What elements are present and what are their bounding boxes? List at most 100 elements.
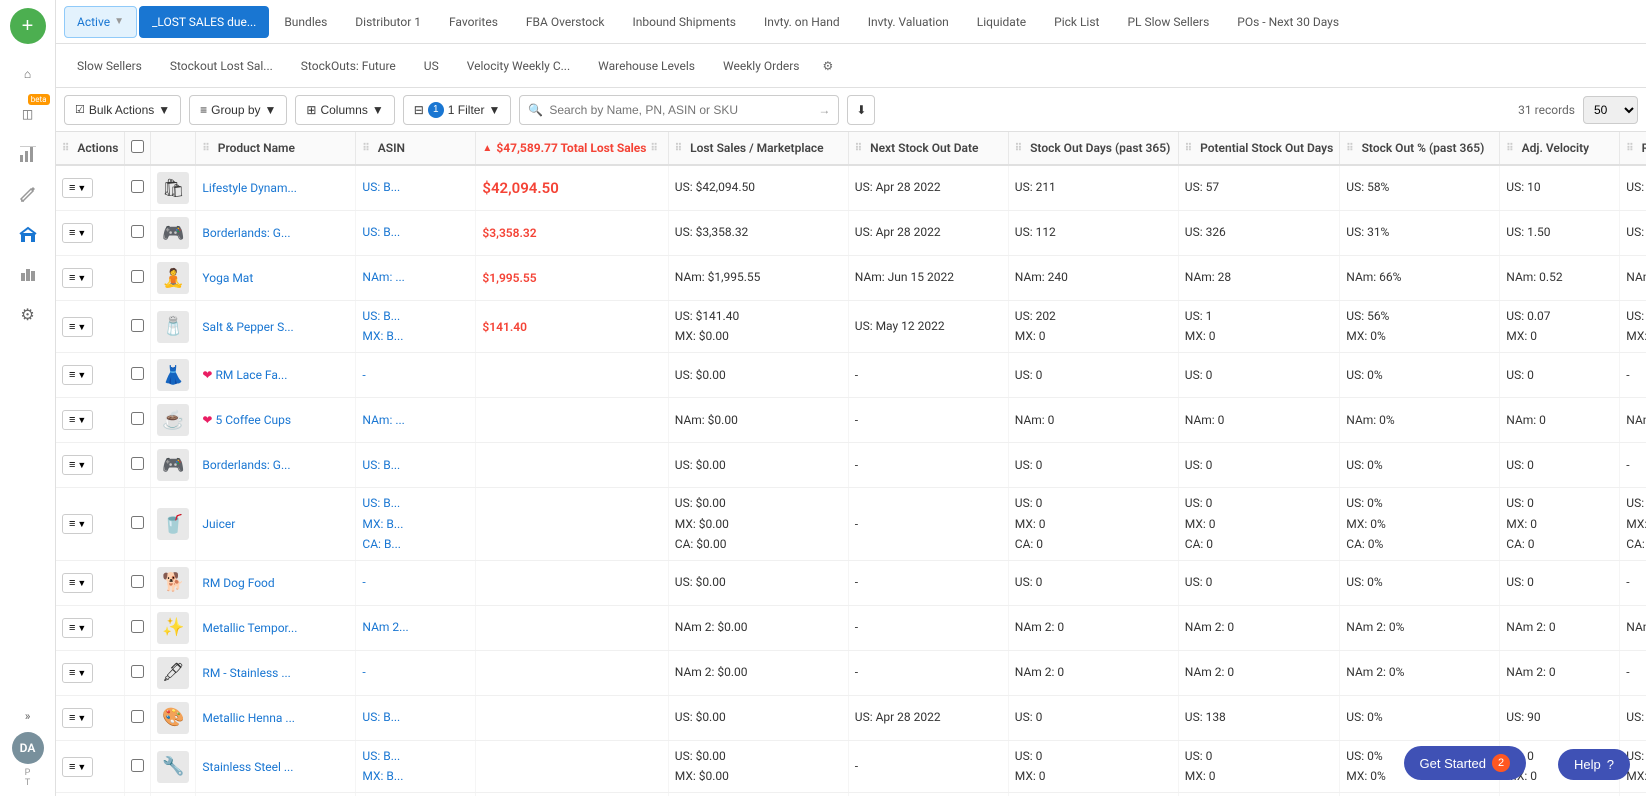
product-link[interactable]: Lifestyle Dynam... <box>202 181 297 195</box>
row-checkbox[interactable] <box>131 225 144 238</box>
th-stockout-pct[interactable]: ⠿ Stock Out % (past 365) <box>1340 132 1500 165</box>
row-action-button[interactable]: ≡ ▼ <box>62 514 93 534</box>
row-checkbox[interactable] <box>131 180 144 193</box>
search-box[interactable]: 🔍 → <box>519 95 839 125</box>
row-action-button[interactable]: ≡ ▼ <box>62 573 93 593</box>
row-checkbox[interactable] <box>131 412 144 425</box>
tab-bundles[interactable]: Bundles <box>271 6 340 38</box>
tab-pl-slow-sellers[interactable]: PL Slow Sellers <box>1114 6 1222 38</box>
tab-settings-gear[interactable]: ⚙ <box>814 53 841 79</box>
tab-distributor[interactable]: Distributor 1 <box>342 6 434 38</box>
sidebar-item-edit[interactable] <box>8 176 48 212</box>
th-lost-sales-mp[interactable]: ⠿ Lost Sales / Marketplace <box>668 132 848 165</box>
columns-button[interactable]: ⊞ Columns ▼ <box>295 95 394 125</box>
th-next-stockout[interactable]: ⠿ Next Stock Out Date <box>848 132 1008 165</box>
filter-button[interactable]: ⊟ 1 1 Filter ▼ <box>403 95 512 125</box>
tab-favorites[interactable]: Favorites <box>436 6 511 38</box>
tab-inbound-shipments[interactable]: Inbound Shipments <box>619 6 748 38</box>
row-checkbox[interactable] <box>131 270 144 283</box>
product-link[interactable]: Salt & Pepper S... <box>202 320 293 334</box>
asin-link[interactable]: NAm 2... <box>362 620 408 634</box>
th-adj-velocity[interactable]: ⠿ Adj. Velocity <box>1500 132 1620 165</box>
sidebar-item-beta[interactable]: ◫ beta <box>8 96 48 132</box>
row-action-button[interactable]: ≡ ▼ <box>62 317 93 337</box>
per-page-select[interactable]: 50 100 200 <box>1583 96 1638 124</box>
help-button[interactable]: Help ? <box>1558 749 1630 780</box>
asin-link[interactable]: US: B... <box>362 710 400 724</box>
tab-stockout-lost-sales[interactable]: Stockout Lost Sal... <box>157 50 286 82</box>
product-link[interactable]: Metallic Tempor... <box>202 621 297 635</box>
row-action-button[interactable]: ≡ ▼ <box>62 365 93 385</box>
tab-velocity-weekly[interactable]: Velocity Weekly C... <box>454 50 583 82</box>
search-input[interactable] <box>549 103 812 117</box>
asin-link[interactable]: US: B... <box>362 749 400 763</box>
asin-link[interactable]: - <box>362 368 365 382</box>
th-checkbox[interactable] <box>125 132 151 165</box>
row-checkbox[interactable] <box>131 575 144 588</box>
product-link[interactable]: Stainless Steel ... <box>202 760 293 774</box>
sidebar-item-bar-chart[interactable] <box>8 256 48 292</box>
asin-link[interactable]: - <box>362 665 365 679</box>
asin-link[interactable]: US: B... <box>362 309 400 323</box>
tab-lost-sales[interactable]: _LOST SALES due... <box>139 6 269 38</box>
row-action-button[interactable]: ≡ ▼ <box>62 410 93 430</box>
sidebar-item-settings[interactable]: ⚙ <box>8 296 48 332</box>
row-action-button[interactable]: ≡ ▼ <box>62 178 93 198</box>
asin-link[interactable]: NAm: ... <box>362 270 404 284</box>
row-checkbox[interactable] <box>131 367 144 380</box>
row-checkbox[interactable] <box>131 710 144 723</box>
th-stockout-days[interactable]: ⠿ Stock Out Days (past 365) <box>1008 132 1178 165</box>
sidebar-item-home[interactable]: ⌂ <box>8 56 48 92</box>
row-checkbox[interactable] <box>131 516 144 529</box>
asin-link[interactable]: US: B... <box>362 180 400 194</box>
asin-link[interactable]: US: B... <box>362 458 400 472</box>
row-action-button[interactable]: ≡ ▼ <box>62 757 93 777</box>
avatar[interactable]: DA <box>12 732 44 764</box>
asin-link[interactable]: MX: B... <box>362 329 403 343</box>
product-link[interactable]: Yoga Mat <box>202 271 253 285</box>
asin-link[interactable]: MX: B... <box>362 517 403 531</box>
row-action-button[interactable]: ≡ ▼ <box>62 618 93 638</box>
product-link[interactable]: Borderlands: G... <box>202 226 290 240</box>
row-action-button[interactable]: ≡ ▼ <box>62 708 93 728</box>
th-asin[interactable]: ⠿ ASIN <box>356 132 476 165</box>
asin-link[interactable]: CA: B... <box>362 537 401 551</box>
bulk-actions-button[interactable]: ☑ Bulk Actions ▼ <box>64 95 181 125</box>
product-link[interactable]: Borderlands: G... <box>202 458 290 472</box>
product-link[interactable]: RM Lace Fa... <box>215 368 287 382</box>
product-link[interactable]: 5 Coffee Cups <box>215 413 291 427</box>
row-checkbox[interactable] <box>131 665 144 678</box>
row-action-button[interactable]: ≡ ▼ <box>62 223 93 243</box>
row-action-button[interactable]: ≡ ▼ <box>62 268 93 288</box>
asin-link[interactable]: - <box>362 575 365 589</box>
row-checkbox[interactable] <box>131 620 144 633</box>
row-checkbox[interactable] <box>131 319 144 332</box>
product-link[interactable]: RM - Stainless ... <box>202 666 290 680</box>
tab-active[interactable]: Active ▼ <box>64 6 137 38</box>
expand-sidebar-button[interactable]: » <box>8 704 48 728</box>
tab-invty-on-hand[interactable]: Invty. on Hand <box>751 6 853 38</box>
tab-us[interactable]: US <box>411 50 452 82</box>
asin-link[interactable]: US: B... <box>362 496 400 510</box>
tab-weekly-orders[interactable]: Weekly Orders <box>710 50 812 82</box>
tab-invty-valuation[interactable]: Invty. Valuation <box>855 6 962 38</box>
tab-fba-overstock[interactable]: FBA Overstock <box>513 6 618 38</box>
row-action-button[interactable]: ≡ ▼ <box>62 455 93 475</box>
asin-link[interactable]: NAm: ... <box>362 413 404 427</box>
product-link[interactable]: Juicer <box>202 517 235 531</box>
add-button[interactable]: + <box>10 8 46 44</box>
th-actions[interactable]: ⠿ Actions <box>56 132 125 165</box>
select-all-checkbox[interactable] <box>131 140 144 153</box>
tab-warehouse-levels[interactable]: Warehouse Levels <box>585 50 708 82</box>
row-checkbox[interactable] <box>131 457 144 470</box>
th-total-lost-sales[interactable]: ▲ $47,589.77 Total Lost Sales ⠿ <box>476 132 668 165</box>
sidebar-item-warehouse[interactable] <box>8 216 48 252</box>
tab-pos-next-30[interactable]: POs - Next 30 Days <box>1224 6 1352 38</box>
tab-slow-sellers[interactable]: Slow Sellers <box>64 50 155 82</box>
sidebar-item-analytics[interactable] <box>8 136 48 172</box>
get-started-button[interactable]: Get Started 2 <box>1404 746 1526 780</box>
row-action-button[interactable]: ≡ ▼ <box>62 663 93 683</box>
product-link[interactable]: RM Dog Food <box>202 576 274 590</box>
tab-liquidate[interactable]: Liquidate <box>964 6 1039 38</box>
tab-pick-list[interactable]: Pick List <box>1041 6 1112 38</box>
